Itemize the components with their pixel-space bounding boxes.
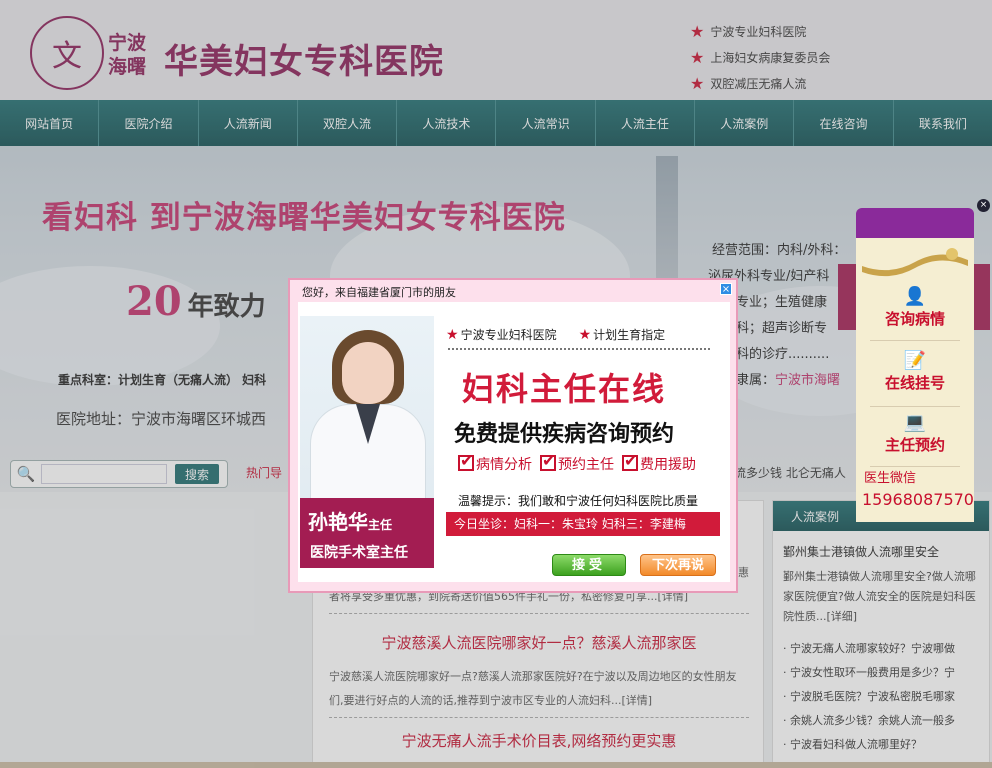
doctor-name-text: 孙艳华 (308, 510, 368, 534)
side-float-top (856, 208, 974, 238)
close-icon[interactable]: × (720, 283, 732, 295)
today-schedule: 今日坐诊：妇科一：朱宝玲 妇科三：李建梅 (446, 512, 720, 536)
accept-button[interactable]: 接受 (552, 554, 626, 576)
computer-icon: 💻 (903, 412, 927, 433)
popup-tip: 温馨提示：我们敢和宁波任何妇科医院比质量 (458, 494, 699, 508)
user-icon: 👤 (903, 286, 927, 307)
check-label: 预约主任 (558, 457, 614, 473)
wechat-label: 医生微信 (864, 471, 917, 486)
divider (870, 340, 960, 341)
popup-tag: ★ 计划生育指定 (579, 326, 666, 343)
side-item-label: 咨询病情 (884, 310, 945, 328)
checkbox-icon (458, 451, 474, 471)
doctor-role-suffix: 主任 (368, 518, 393, 532)
check-label: 费用援助 (640, 457, 696, 473)
side-float-panel: × 👤 咨询病情 📝 在线挂号 💻 主任预约 医生微信 15968087570 (856, 199, 990, 522)
popup-tags: ★ 宁波专业妇科医院 ★ 计划生育指定 (446, 326, 665, 343)
director-appointment-item[interactable]: 💻 主任预约 (856, 412, 974, 455)
check-item: 病情分析 (458, 451, 532, 474)
popup-tag: ★ 宁波专业妇科医院 (446, 326, 557, 343)
checkbox-icon (540, 451, 556, 471)
doctor-face (342, 342, 394, 404)
register-icon: 📝 (903, 350, 927, 371)
divider (870, 406, 960, 407)
consult-popup: 您好，来自福建省厦门市的朋友 × 孙艳华主任 医院手术室主任 ★ 宁波专业妇科医院… (288, 278, 738, 593)
check-item: 预约主任 (540, 451, 614, 474)
later-button[interactable]: 下次再说 (640, 554, 716, 576)
star-icon: ★ (446, 327, 459, 343)
doctor-photo: 孙艳华主任 医院手术室主任 (300, 316, 434, 568)
doctor-namebox: 孙艳华主任 医院手术室主任 (300, 498, 434, 568)
popup-checklist: 病情分析 预约主任 费用援助 (458, 451, 696, 474)
checkbox-icon (622, 451, 638, 471)
divider (870, 466, 960, 467)
ribbon-icon (862, 248, 968, 277)
popup-content: 孙艳华主任 医院手术室主任 ★ 宁波专业妇科医院 ★ 计划生育指定 妇科主任在线 免… (298, 302, 730, 582)
doctor-title: 医院手术室主任 (310, 545, 408, 561)
popup-subheadline: 免费提供疾病咨询预约 (454, 422, 675, 447)
popup-headline: 妇科主任在线 (462, 370, 667, 408)
check-label: 病情分析 (476, 457, 532, 473)
side-item-label: 主任预约 (884, 436, 945, 454)
online-register-item[interactable]: 📝 在线挂号 (856, 350, 974, 393)
popup-tag-text: 宁波专业妇科医院 (460, 328, 557, 342)
phone-number[interactable]: 15968087570 (862, 490, 974, 509)
doctor-name: 孙艳华主任 (308, 506, 392, 535)
popup-tag-text: 计划生育指定 (593, 328, 666, 342)
side-item-label: 在线挂号 (884, 374, 945, 392)
check-item: 费用援助 (622, 451, 696, 474)
star-icon: ★ (578, 327, 592, 343)
consult-condition-item[interactable]: 👤 咨询病情 (856, 286, 974, 329)
dotted-divider (448, 348, 710, 350)
close-icon[interactable]: × (977, 199, 990, 212)
popup-title: 您好，来自福建省厦门市的朋友 (302, 286, 456, 299)
